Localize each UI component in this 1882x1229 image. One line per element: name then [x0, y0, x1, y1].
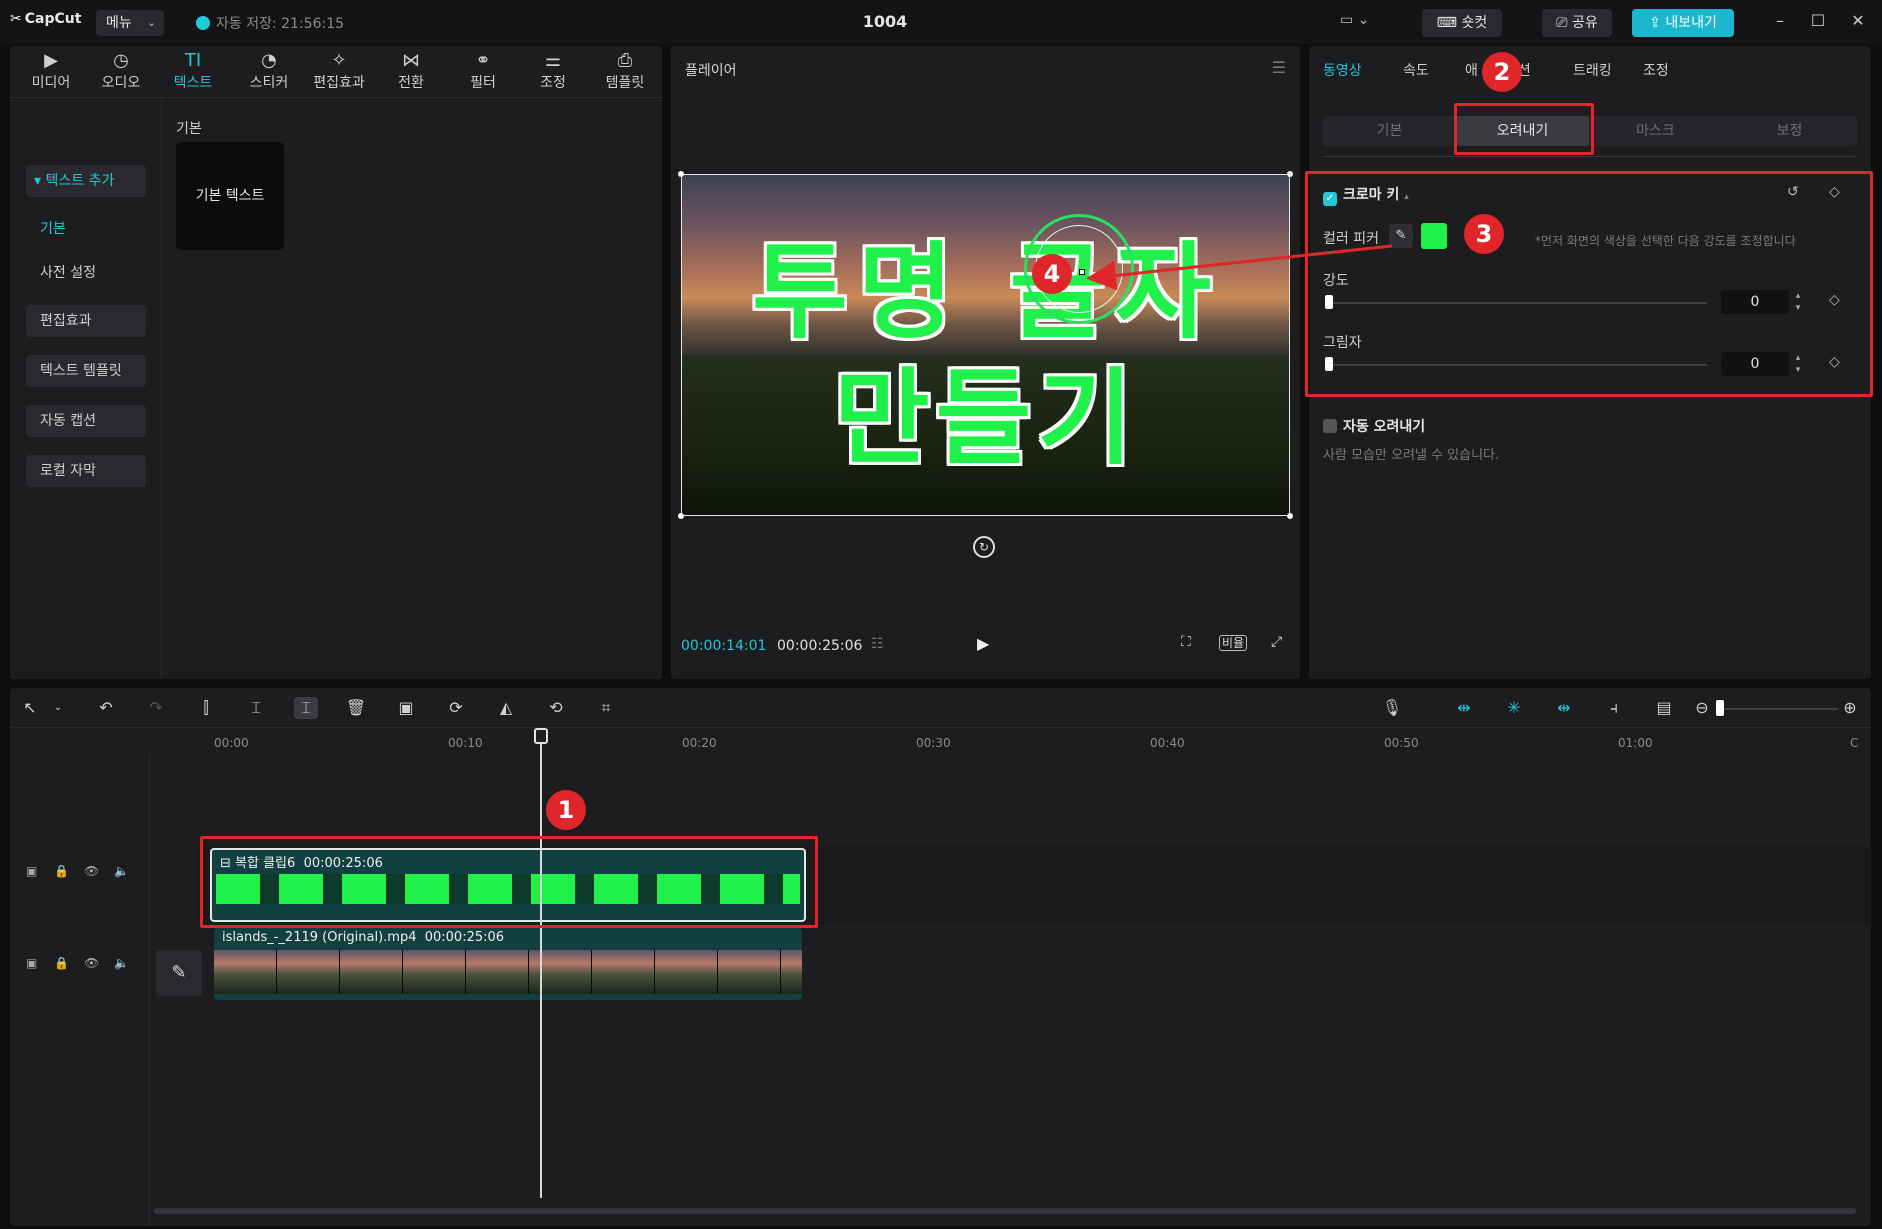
- annotation-arrow: [1086, 244, 1393, 291]
- annotation-badge-3: 3: [1464, 214, 1504, 254]
- capcut-window: ✂ CapCut 메뉴 ⌄ 자동 저장: 21:56:15 1004 ▭ ⌄ ⌨ 숏…: [0, 0, 1882, 1229]
- annotation-badge-1: 1: [546, 790, 586, 830]
- annotation-badge-4: 4: [1032, 254, 1072, 294]
- annotation-badge-2: 2: [1482, 52, 1522, 92]
